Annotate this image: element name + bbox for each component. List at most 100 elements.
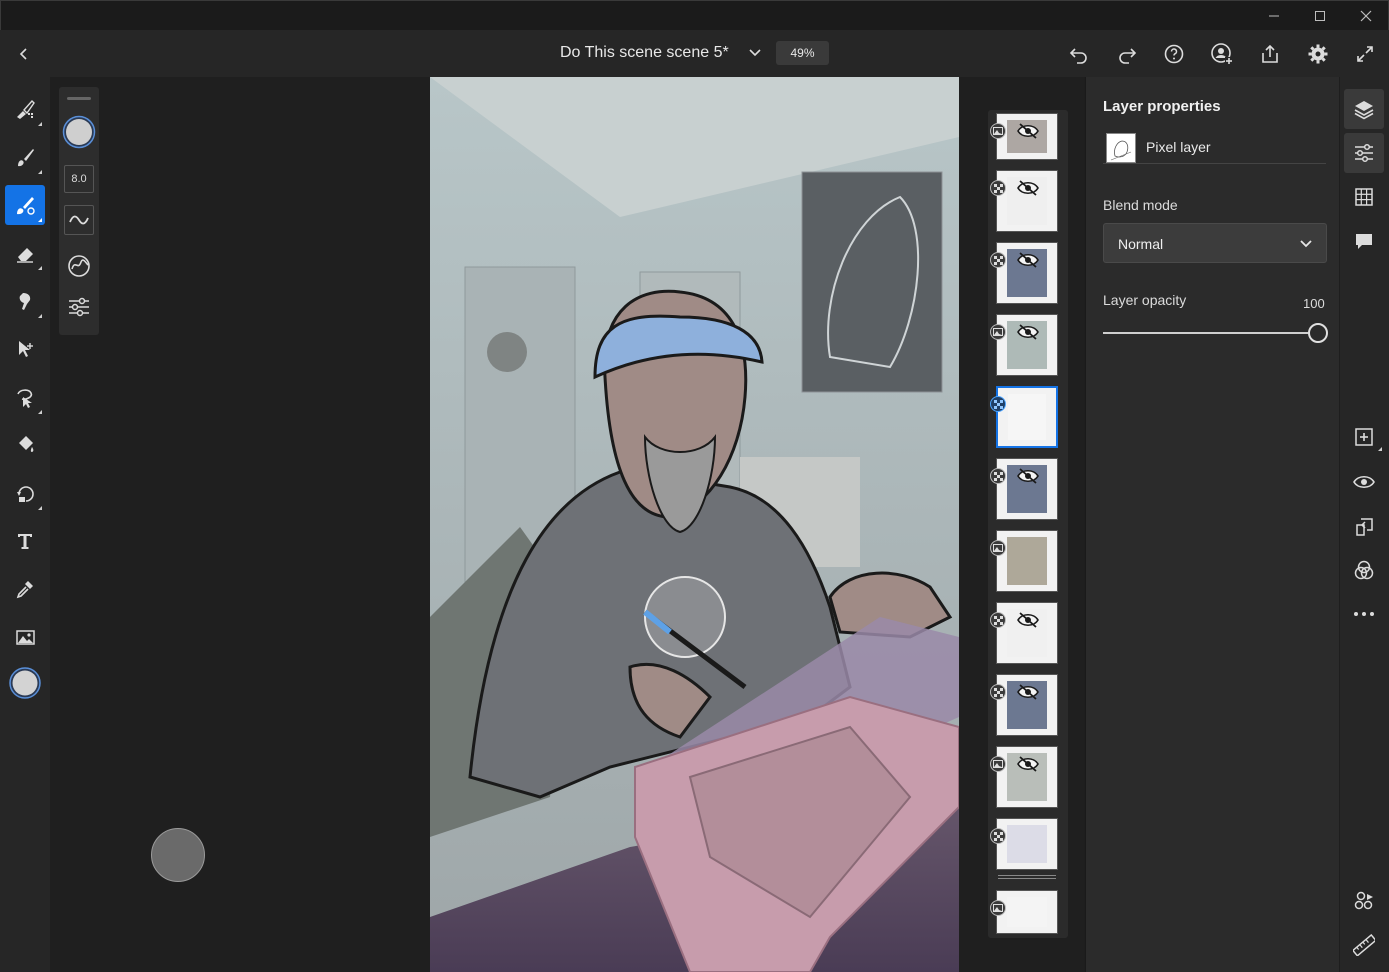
grid-icon[interactable] bbox=[1344, 177, 1384, 217]
pixel-layer-icon bbox=[990, 612, 1006, 628]
layer-type-row: Pixel layer bbox=[1103, 132, 1326, 164]
layer-thumbnail[interactable] bbox=[996, 530, 1058, 592]
brush-settings-panel: 8.0 bbox=[59, 87, 99, 335]
brush-settings-icon[interactable] bbox=[67, 297, 91, 317]
pixel-layer-icon bbox=[990, 252, 1006, 268]
layer-thumbnail[interactable] bbox=[996, 746, 1058, 808]
smudge-icon[interactable] bbox=[5, 281, 45, 321]
opacity-slider-track[interactable] bbox=[1103, 332, 1318, 334]
comment-icon[interactable] bbox=[1344, 221, 1384, 261]
image-layer-icon bbox=[990, 123, 1006, 139]
hidden-eye-icon[interactable] bbox=[1015, 751, 1041, 777]
layer-thumbnail[interactable] bbox=[996, 674, 1058, 736]
invite-user-icon[interactable] bbox=[1209, 41, 1235, 67]
selection-icon[interactable] bbox=[5, 377, 45, 417]
brush-color-swatch[interactable] bbox=[62, 115, 96, 149]
layer-thumbnail[interactable] bbox=[996, 458, 1058, 520]
hidden-eye-icon[interactable] bbox=[1015, 247, 1041, 273]
close-icon[interactable] bbox=[1343, 1, 1389, 31]
touch-shortcut-button[interactable] bbox=[151, 828, 205, 882]
shape-icon[interactable] bbox=[5, 473, 45, 513]
layer-thumbnail[interactable] bbox=[996, 314, 1058, 376]
blend-mode-dropdown[interactable]: Normal bbox=[1103, 223, 1327, 263]
layer-thumbnail[interactable] bbox=[996, 818, 1058, 870]
layer-group-divider bbox=[998, 875, 1056, 879]
layer-thumbnail[interactable] bbox=[996, 890, 1058, 934]
layer-thumbnail[interactable] bbox=[996, 113, 1058, 160]
brush-size-field[interactable]: 8.0 bbox=[64, 165, 94, 193]
layers-panel bbox=[988, 110, 1068, 938]
minimize-icon[interactable] bbox=[1251, 1, 1297, 31]
eraser-icon[interactable] bbox=[5, 233, 45, 273]
text-icon[interactable] bbox=[5, 521, 45, 561]
pixel-layer-icon bbox=[990, 684, 1006, 700]
hidden-eye-icon[interactable] bbox=[1015, 118, 1041, 144]
opacity-slider-handle[interactable] bbox=[1308, 323, 1328, 343]
merge-down-icon[interactable] bbox=[1344, 507, 1384, 547]
live-stream-icon[interactable] bbox=[1344, 881, 1384, 921]
layers-icon[interactable] bbox=[1344, 89, 1384, 129]
color-swatch[interactable] bbox=[5, 663, 45, 703]
properties-icon[interactable] bbox=[1344, 133, 1384, 173]
maximize-icon[interactable] bbox=[1297, 1, 1343, 31]
transform-icon[interactable] bbox=[5, 329, 45, 369]
settings-icon[interactable] bbox=[1305, 41, 1331, 67]
document-title[interactable]: Do This scene scene 5* bbox=[560, 44, 729, 62]
layer-opacity-label: Layer opacity bbox=[1103, 292, 1187, 308]
brush-stroke-icon[interactable] bbox=[66, 253, 92, 279]
hidden-eye-icon[interactable] bbox=[1015, 463, 1041, 489]
pixel-layer-icon bbox=[990, 396, 1006, 412]
undo-icon[interactable] bbox=[1066, 41, 1092, 67]
layer-thumbnail bbox=[1106, 133, 1136, 163]
blend-mode-value: Normal bbox=[1118, 236, 1164, 252]
more-options-icon[interactable] bbox=[1344, 594, 1384, 634]
vector-brush-icon[interactable] bbox=[5, 185, 45, 225]
pixel-layer-icon bbox=[990, 468, 1006, 484]
fullscreen-icon[interactable] bbox=[1352, 41, 1378, 67]
panel-grip[interactable] bbox=[67, 97, 91, 100]
image-layer-icon bbox=[990, 756, 1006, 772]
blend-layers-icon[interactable] bbox=[1344, 550, 1384, 590]
hidden-eye-icon[interactable] bbox=[1015, 607, 1041, 633]
app-header: Do This scene scene 5* 49% bbox=[0, 30, 1389, 77]
chevron-down-icon bbox=[1300, 240, 1312, 248]
layer-thumbnail[interactable] bbox=[996, 386, 1058, 448]
drawing-canvas[interactable] bbox=[430, 77, 959, 972]
layer-opacity-value[interactable]: 100 bbox=[1303, 296, 1325, 311]
live-brush-icon[interactable] bbox=[5, 137, 45, 177]
visibility-icon[interactable] bbox=[1344, 462, 1384, 502]
chevron-down-icon bbox=[749, 49, 761, 57]
hidden-eye-icon[interactable] bbox=[1015, 175, 1041, 201]
image-layer-icon bbox=[990, 900, 1006, 916]
add-layer-icon[interactable] bbox=[1344, 417, 1384, 457]
panel-title: Layer properties bbox=[1103, 98, 1221, 115]
smoothing-icon[interactable] bbox=[64, 205, 94, 235]
window-titlebar bbox=[0, 0, 1389, 30]
image-layer-icon bbox=[990, 324, 1006, 340]
tool-bar bbox=[0, 77, 50, 972]
back-button[interactable] bbox=[12, 42, 36, 66]
redo-icon[interactable] bbox=[1114, 41, 1140, 67]
layer-properties-panel: Layer properties Pixel layer Blend mode … bbox=[1085, 77, 1339, 972]
right-rail bbox=[1340, 77, 1389, 972]
layer-thumbnail[interactable] bbox=[996, 242, 1058, 304]
layer-preview bbox=[1007, 537, 1047, 585]
share-icon[interactable] bbox=[1257, 41, 1283, 67]
hidden-eye-icon[interactable] bbox=[1015, 679, 1041, 705]
layer-thumbnail[interactable] bbox=[996, 170, 1058, 232]
zoom-level[interactable]: 49% bbox=[776, 41, 829, 65]
pixel-brush-icon[interactable] bbox=[5, 89, 45, 129]
ruler-icon[interactable] bbox=[1344, 925, 1384, 965]
layer-type-label: Pixel layer bbox=[1146, 139, 1211, 155]
layer-thumbnail[interactable] bbox=[996, 602, 1058, 664]
title-dropdown-button[interactable] bbox=[745, 42, 765, 64]
layer-preview bbox=[1007, 897, 1047, 927]
pixel-layer-icon bbox=[990, 828, 1006, 844]
help-icon[interactable] bbox=[1161, 41, 1187, 67]
hidden-eye-icon[interactable] bbox=[1015, 319, 1041, 345]
pixel-layer-icon bbox=[990, 180, 1006, 196]
chevron-left-icon bbox=[19, 48, 27, 60]
eyedropper-icon[interactable] bbox=[5, 569, 45, 609]
fill-icon[interactable] bbox=[5, 425, 45, 465]
image-icon[interactable] bbox=[5, 617, 45, 657]
